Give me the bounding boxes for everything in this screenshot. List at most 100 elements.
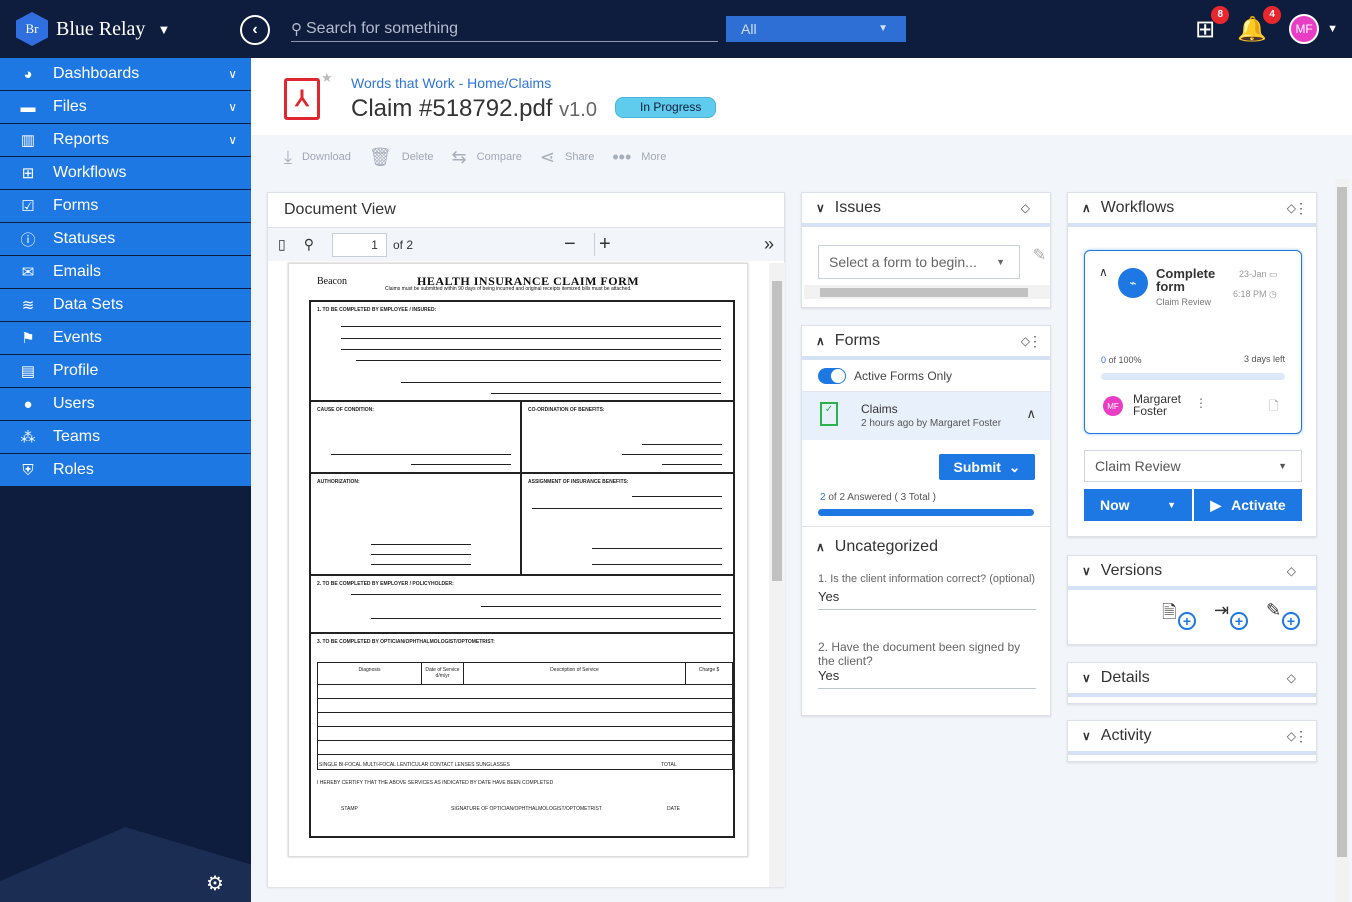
issues-scrollbar[interactable] — [804, 285, 1050, 299]
sidebar-item-forms[interactable]: ☑ Forms — [0, 190, 251, 223]
answered-text: of 2 Answered ( 3 Total ) — [828, 492, 936, 503]
form-section-heading: 2. TO BE COMPLETED BY EMPLOYER / POLICYH… — [317, 581, 454, 587]
team-icon: ⁂ — [20, 429, 36, 446]
submit-button[interactable]: Submit ⌄ — [939, 454, 1035, 480]
sidebar-item-workflows[interactable]: ⊞ Workflows — [0, 157, 251, 190]
gear-icon[interactable]: ⚙ — [206, 871, 224, 896]
claim-form-row[interactable]: ✓ Claims 2 hours ago by Margaret Foster … — [802, 392, 1050, 440]
issues-header[interactable]: ∨ Issues ◇ — [802, 193, 1050, 227]
certify-text: I HEREBY CERTIFY THAT THE ABOVE SERVICES… — [317, 780, 554, 786]
form-select[interactable]: Select a form to begin... ▼ — [818, 245, 1020, 279]
chevron-down-icon[interactable]: ∨ — [228, 133, 237, 147]
delete-button[interactable]: 🗑 Delete — [369, 147, 434, 168]
form-brand: Beacon — [317, 276, 347, 287]
import-version-button[interactable]: ⇥ + — [1214, 600, 1248, 630]
sidebar-item-profile[interactable]: ▤ Profile — [0, 355, 251, 388]
activate-button[interactable]: ▶ Activate — [1194, 489, 1302, 521]
star-icon[interactable]: ★ — [321, 70, 333, 86]
active-forms-toggle[interactable] — [818, 367, 846, 384]
form-section-heading: AUTHORIZATION: — [317, 479, 360, 485]
bell-icon[interactable]: 🔔 4 — [1237, 5, 1282, 44]
sidebar-item-emails[interactable]: ✉ Emails — [0, 256, 251, 289]
sidebar-item-data-sets[interactable]: ≋ Data Sets — [0, 289, 251, 322]
activity-header[interactable]: ∨ Activity ◇ ⋮ — [1068, 721, 1316, 755]
search-input[interactable]: ⚲ Search for something — [291, 16, 718, 42]
uncategorized-header[interactable]: ∧ Uncategorized — [802, 526, 1050, 566]
details-header[interactable]: ∨ Details ◇ — [1068, 663, 1316, 697]
search-scope-select[interactable]: All ▼ — [726, 16, 906, 42]
active-forms-label: Active Forms Only — [854, 368, 953, 383]
sidebar-item-teams[interactable]: ⁂ Teams — [0, 421, 251, 454]
folder-icon: ▬ — [20, 98, 36, 116]
form-section-optician: 3. TO BE COMPLETED BY OPTICIAN/OPHTHALMO… — [311, 634, 733, 836]
question-1-answer[interactable]: Yes — [818, 585, 1036, 609]
now-label: Now — [1100, 497, 1130, 513]
sidebar-item-dashboards[interactable]: ◕ Dashboards ∨ — [0, 58, 251, 91]
chevron-up-icon[interactable]: ∧ — [1099, 265, 1108, 279]
chevron-down-icon[interactable]: ∨ — [228, 67, 237, 81]
sidebar-item-events[interactable]: ⚑ Events — [0, 322, 251, 355]
expand-icon[interactable]: » — [764, 234, 774, 255]
sort-icon[interactable]: ◇ — [1287, 671, 1296, 685]
workflow-select[interactable]: Claim Review ▼ — [1084, 450, 1302, 482]
file-toolbar: ⤓ Download 🗑 Delete ⇆ Compare ⋖ Share ••• Mor… — [251, 135, 1352, 179]
submit-label: Submit — [953, 459, 1001, 475]
assignee-avatar: MF — [1103, 396, 1123, 416]
chevron-down-icon[interactable]: ▼ — [1327, 23, 1338, 35]
issues-panel: ∨ Issues ◇ Select a form to begin... ▼ ✎ — [801, 192, 1051, 308]
document-scrollbar[interactable] — [769, 263, 785, 887]
question-1[interactable]: 1. Is the client information correct? (o… — [818, 573, 1036, 610]
file-icon[interactable]: 🗋 — [1269, 397, 1279, 418]
brand-menu[interactable]: Br Blue Relay ▼ — [0, 12, 251, 46]
page-number-input[interactable]: 1 — [331, 232, 387, 257]
breadcrumb[interactable]: Words that Work - Home/Claims — [351, 75, 551, 91]
sidebar-item-label: Files — [53, 98, 87, 115]
edit-version-button[interactable]: ✎ + — [1266, 600, 1300, 630]
page-scrollbar[interactable] — [1335, 179, 1349, 902]
workflow-tree-icon[interactable]: ⊞ 8 — [1195, 5, 1230, 44]
status-badge[interactable]: In Progress — [615, 97, 717, 118]
kebab-icon[interactable]: ⋮ — [1195, 396, 1207, 410]
workflows-header[interactable]: ∧ Workflows ◇ ⋮ — [1068, 193, 1316, 227]
sidebar-item-files[interactable]: ▬ Files ∨ — [0, 91, 251, 124]
now-dropdown-button[interactable]: Now ▼ — [1084, 489, 1192, 521]
compare-button[interactable]: ⇆ Compare — [452, 147, 522, 168]
sidebar-item-label: Reports — [53, 131, 110, 148]
add-annotation-icon[interactable]: ✎ — [1033, 245, 1046, 265]
back-button[interactable]: ‹ — [240, 15, 270, 45]
forms-title: Forms — [834, 332, 881, 349]
workflow-title: Complete form — [1156, 266, 1216, 294]
service-table-col: Description of Service — [464, 663, 686, 684]
sidebar-item-users[interactable]: ● Users — [0, 388, 251, 421]
more-button[interactable]: ••• More — [612, 147, 666, 168]
chevron-down-icon[interactable]: ∨ — [228, 100, 237, 114]
workflow-card[interactable]: ∧ ⌁ Complete form Claim Review 23-Jan ▭ … — [1084, 250, 1302, 434]
question-2-answer[interactable]: Yes — [818, 668, 1036, 688]
kebab-icon[interactable]: ⋮ — [1294, 728, 1308, 745]
kebab-icon[interactable]: ⋮ — [1028, 333, 1042, 350]
forms-header[interactable]: ∧ Forms ◇ ⋮ — [802, 326, 1050, 360]
date-label: DATE — [667, 806, 680, 812]
form-section-heading: ASSIGNMENT OF INSURANCE BENEFITS: — [528, 479, 629, 485]
sort-icon[interactable]: ◇ — [1287, 564, 1296, 578]
sidebar-item-reports[interactable]: ▥ Reports ∨ — [0, 124, 251, 157]
share-button[interactable]: ⋖ Share — [540, 147, 594, 168]
add-version-button[interactable]: 🗎 + — [1162, 600, 1196, 630]
document-canvas[interactable]: Beacon HEALTH INSURANCE CLAIM FORM Claim… — [268, 263, 785, 887]
total-label: TOTAL — [661, 762, 677, 768]
kebab-icon[interactable]: ⋮ — [1294, 200, 1308, 217]
question-2[interactable]: 2. Have the document been signed by the … — [818, 640, 1036, 689]
zoom-in-button[interactable]: + — [594, 233, 611, 256]
workflow-icon: ⊞ — [21, 165, 35, 182]
chevron-up-icon[interactable]: ∧ — [1026, 406, 1036, 422]
sidebar-toggle-icon[interactable]: ▯ — [278, 236, 286, 253]
download-button[interactable]: ⤓ Download — [284, 147, 351, 168]
sort-icon[interactable]: ◇ — [1021, 201, 1030, 215]
search-icon[interactable]: ⚲ — [304, 236, 314, 253]
sidebar-item-statuses[interactable]: ⓘ Statuses — [0, 223, 251, 256]
sidebar-item-roles[interactable]: ⛨ Roles — [0, 454, 251, 487]
id-card-icon: ▤ — [20, 363, 36, 380]
zoom-out-button[interactable]: − — [564, 233, 576, 256]
user-avatar[interactable]: MF — [1289, 14, 1320, 44]
versions-header[interactable]: ∨ Versions ◇ — [1068, 556, 1316, 590]
